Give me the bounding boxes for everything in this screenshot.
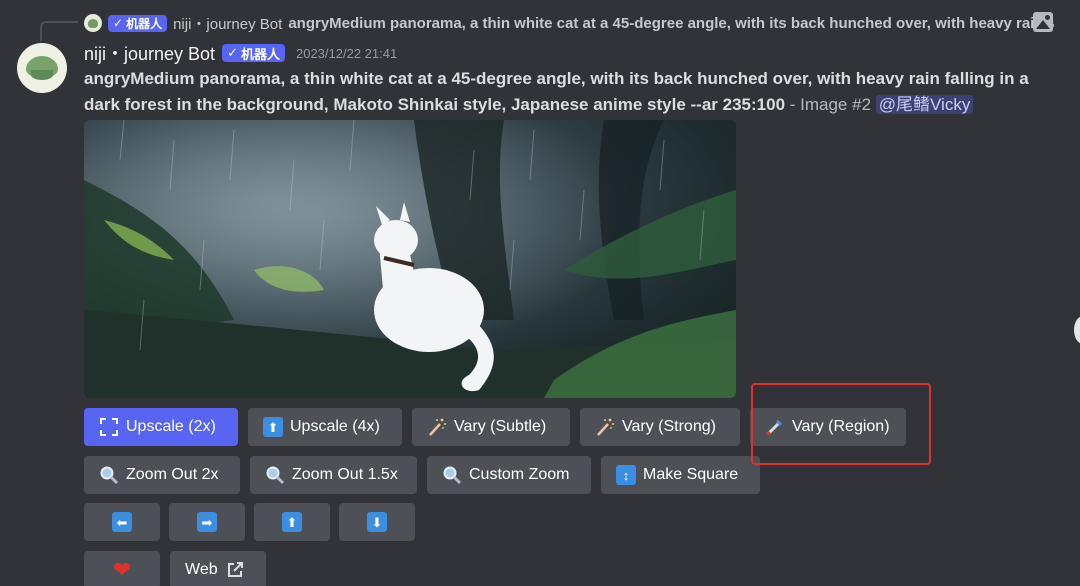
action-row-2: Zoom Out 2x Zoom Out 1.5x Custom Zoom ↕ … [84,456,760,494]
arrow-left-icon: ⬅ [112,512,132,532]
favorite-button[interactable]: ❤ [84,551,160,586]
pan-up-button[interactable]: ⬆ [254,503,330,541]
message-header: niji・journey Bot ✓ 机器人 2023/12/22 21:41 [84,40,397,66]
upscale-4x-label: Upscale (4x) [290,418,380,435]
bot-tag: ✓ 机器人 [222,44,285,62]
zoom-out-2x-button[interactable]: Zoom Out 2x [84,456,240,494]
up-down-arrow-icon: ↕ [616,465,636,485]
vary-subtle-button[interactable]: Vary (Subtle) [412,408,570,446]
vary-subtle-label: Vary (Subtle) [454,418,547,435]
reply-bot-tag-label: 机器人 [126,16,163,31]
upscale-2x-button[interactable]: Upscale (2x) [84,408,238,446]
arrow-down-icon: ⬇ [367,512,387,532]
pan-left-button[interactable]: ⬅ [84,503,160,541]
upscale-4x-button[interactable]: ⬆ Upscale (4x) [248,408,402,446]
action-row-4: ❤ Web [84,551,266,586]
external-link-icon [225,560,245,580]
anime-cat-illustration [84,120,736,398]
custom-zoom-button[interactable]: Custom Zoom [427,456,591,494]
make-square-button[interactable]: ↕ Make Square [601,456,760,494]
vary-strong-button[interactable]: Vary (Strong) [580,408,740,446]
upscale-2x-label: Upscale (2x) [126,418,216,435]
magnifier-icon [99,465,119,485]
timestamp: 2023/12/22 21:41 [295,45,398,61]
pan-down-button[interactable]: ⬇ [339,503,415,541]
custom-zoom-label: Custom Zoom [469,466,570,483]
author-name[interactable]: niji・journey Bot [84,40,215,66]
expand-icon [99,417,119,437]
web-label: Web [185,561,218,578]
zoom-out-1-5x-label: Zoom Out 1.5x [292,466,398,483]
magnifier-icon [265,465,285,485]
image-index: - Image #2 [785,95,876,114]
reply-author[interactable]: niji・journey Bot [173,13,282,34]
image-icon [1033,12,1053,32]
make-square-label: Make Square [643,466,739,483]
reply-avatar [84,14,102,32]
zoom-out-1-5x-button[interactable]: Zoom Out 1.5x [250,456,417,494]
generated-image[interactable] [84,120,736,398]
vary-strong-label: Vary (Strong) [622,418,716,435]
message-content: angryMedium panorama, a thin white cat a… [84,66,1064,118]
heart-icon: ❤ [112,557,132,582]
highlight-box [751,383,931,465]
pan-right-button[interactable]: ➡ [169,503,245,541]
magnifier-icon [442,465,462,485]
user-mention[interactable]: @尾鳍Vicky [875,95,974,114]
magic-wand-icon [427,417,447,437]
reply-preview[interactable]: ✓ 机器人 niji・journey Bot angryMedium panora… [84,11,1054,35]
web-button[interactable]: Web [170,551,266,586]
magic-wand-icon [595,417,615,437]
upload-icon: ⬆ [263,417,283,437]
zoom-out-2x-label: Zoom Out 2x [126,466,219,483]
edge-control [1074,316,1080,344]
author-avatar[interactable] [17,43,67,93]
reply-bot-tag: ✓ 机器人 [108,14,168,32]
arrow-up-icon: ⬆ [282,512,302,532]
bot-tag-label: 机器人 [240,46,280,62]
arrow-right-icon: ➡ [197,512,217,532]
reply-connector [40,21,78,41]
reply-text[interactable]: angryMedium panorama, a thin white cat a… [288,15,1054,32]
pan-row: ⬅ ➡ ⬆ ⬇ [84,503,415,541]
